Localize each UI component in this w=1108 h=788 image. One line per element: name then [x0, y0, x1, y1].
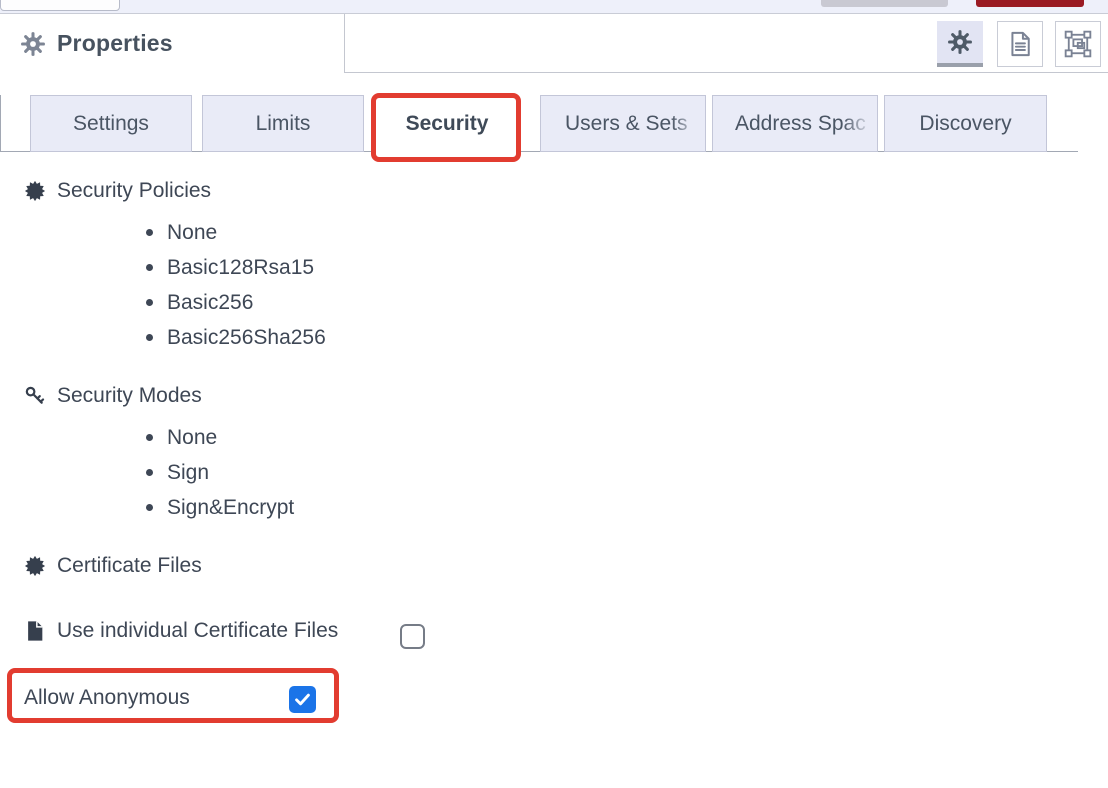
tab-limits[interactable]: Limits — [202, 95, 364, 152]
tab-label: Settings — [73, 112, 149, 136]
tab-users-settings[interactable]: Users & Sets — [540, 95, 706, 152]
bullet — [146, 434, 153, 441]
header-divider — [345, 72, 1108, 73]
section-title: Security Modes — [57, 384, 202, 408]
list-item: Basic256Sha256 — [146, 320, 326, 355]
certificate-files-heading: Certificate Files — [24, 552, 202, 580]
list-item: Basic256 — [146, 285, 326, 320]
clipped-red-button — [976, 0, 1084, 7]
use-individual-certificate-files-row: Use individual Certificate Files — [24, 616, 338, 646]
bullet — [146, 334, 153, 341]
gear-icon — [20, 31, 46, 57]
properties-panel-tab[interactable]: Properties — [0, 14, 345, 73]
tabbar-left-border — [0, 95, 1, 152]
tab-discovery[interactable]: Discovery — [884, 95, 1047, 152]
properties-view-button[interactable] — [937, 21, 983, 67]
tab-settings[interactable]: Settings — [30, 95, 192, 152]
file-icon — [24, 620, 46, 642]
tab-address-space[interactable]: Address Spac — [712, 95, 878, 152]
gear-icon — [947, 29, 973, 55]
transform-frame-icon — [1063, 29, 1093, 59]
clipped-gray-button — [821, 0, 948, 7]
document-view-button[interactable] — [997, 21, 1043, 67]
top-strip — [0, 0, 1108, 14]
tab-label: Security — [406, 112, 489, 136]
tab-label: Users & Sets — [565, 112, 688, 136]
list-item: None — [146, 215, 326, 250]
allow-anonymous-checkbox[interactable] — [289, 686, 316, 713]
field-label: Use individual Certificate Files — [57, 619, 338, 643]
section-title: Security Policies — [57, 179, 211, 203]
clipped-top-button[interactable] — [0, 0, 120, 11]
bullet — [146, 469, 153, 476]
bullet — [146, 299, 153, 306]
use-individual-certificate-files-checkbox[interactable] — [400, 624, 425, 649]
certificate-seal-icon — [24, 555, 46, 577]
certificate-seal-icon — [24, 180, 46, 202]
layout-view-button[interactable] — [1055, 21, 1101, 67]
list-item: Sign — [146, 455, 294, 490]
security-policies-heading: Security Policies — [24, 177, 211, 205]
list-item: Sign&Encrypt — [146, 490, 294, 525]
security-policies-list: None Basic128Rsa15 Basic256 Basic256Sha2… — [146, 215, 326, 355]
section-title: Certificate Files — [57, 554, 202, 578]
bullet — [146, 504, 153, 511]
tab-label-fade — [671, 96, 705, 151]
tab-security[interactable]: Security — [376, 95, 518, 152]
properties-header: Properties — [0, 14, 1108, 73]
tab-label: Limits — [256, 112, 311, 136]
tab-label: Discovery — [919, 112, 1011, 136]
page-title: Properties — [57, 30, 173, 57]
allow-anonymous-label: Allow Anonymous — [24, 682, 190, 714]
security-modes-list: None Sign Sign&Encrypt — [146, 420, 294, 525]
list-item: Basic128Rsa15 — [146, 250, 326, 285]
key-icon — [24, 385, 46, 407]
list-item: None — [146, 420, 294, 455]
bullet — [146, 264, 153, 271]
checkmark-icon — [293, 690, 312, 709]
security-modes-heading: Security Modes — [24, 382, 202, 410]
tab-label-fade — [843, 96, 877, 151]
document-icon — [1006, 30, 1034, 58]
bullet — [146, 229, 153, 236]
